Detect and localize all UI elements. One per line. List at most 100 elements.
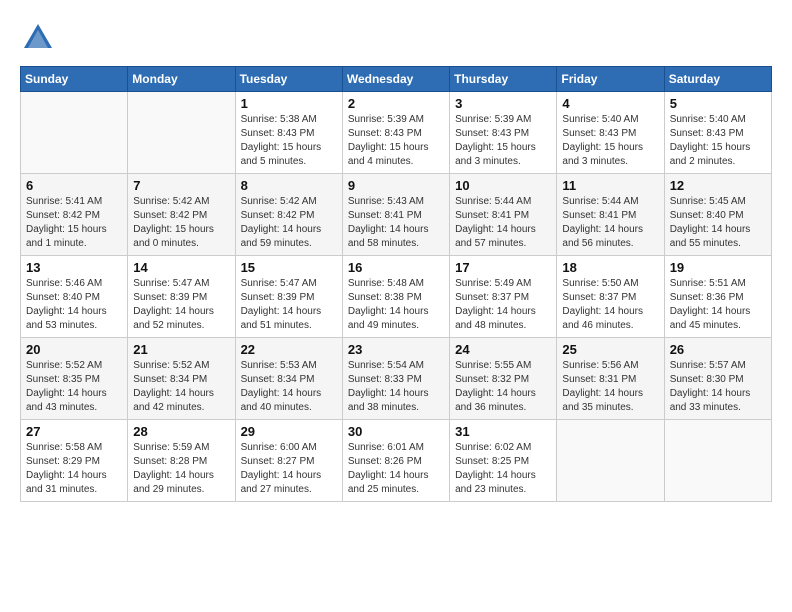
day-number: 23 (348, 342, 444, 357)
logo (20, 20, 62, 56)
calendar-body: 1Sunrise: 5:38 AMSunset: 8:43 PMDaylight… (21, 92, 772, 502)
calendar-header: SundayMondayTuesdayWednesdayThursdayFrid… (21, 67, 772, 92)
day-number: 15 (241, 260, 337, 275)
calendar-cell: 29Sunrise: 6:00 AMSunset: 8:27 PMDayligh… (235, 420, 342, 502)
day-number: 10 (455, 178, 551, 193)
calendar-cell: 9 Sunrise: 5:43 AMSunset: 8:41 PMDaylight… (342, 174, 449, 256)
day-info: Sunrise: 6:01 AMSunset: 8:26 PMDaylight:… (348, 441, 444, 497)
calendar-cell: 21 Sunrise: 5:52 AMSunset: 8:34 PMDayligh… (128, 338, 235, 420)
day-number: 9 (348, 178, 444, 193)
day-number: 2 (348, 96, 444, 111)
calendar-cell: 27 Sunrise: 5:58 AMSunset: 8:29 PMDayligh… (21, 420, 128, 502)
day-info: Sunrise: 5:40 AMSunset: 8:43 PMDaylight:… (562, 113, 658, 169)
day-info: Sunrise: 5:49 AMSunset: 8:37 PMDaylight:… (455, 277, 551, 333)
weekday-header-row: SundayMondayTuesdayWednesdayThursdayFrid… (21, 67, 772, 92)
day-info: Sunrise: 5:41 AMSunset: 8:42 PMDaylight:… (26, 195, 122, 251)
page-header (20, 20, 772, 56)
day-info: Sunrise: 5:59 AMSunset: 8:28 PMDaylight:… (133, 441, 229, 497)
calendar-cell: 12 Sunrise: 5:45 AMSunset: 8:40 PMDayligh… (664, 174, 771, 256)
calendar-week-3: 20 Sunrise: 5:52 AMSunset: 8:35 PMDayligh… (21, 338, 772, 420)
weekday-tuesday: Tuesday (235, 67, 342, 92)
day-number: 24 (455, 342, 551, 357)
day-info: Sunrise: 5:44 AMSunset: 8:41 PMDaylight:… (562, 195, 658, 251)
day-info: Sunrise: 5:39 AMSunset: 8:43 PMDaylight:… (348, 113, 444, 169)
day-number: 5 (670, 96, 766, 111)
day-number: 11 (562, 178, 658, 193)
day-info: Sunrise: 5:56 AMSunset: 8:31 PMDaylight:… (562, 359, 658, 415)
day-number: 29 (241, 424, 337, 439)
calendar-cell: 22 Sunrise: 5:53 AMSunset: 8:34 PMDayligh… (235, 338, 342, 420)
calendar-cell: 17 Sunrise: 5:49 AMSunset: 8:37 PMDayligh… (450, 256, 557, 338)
calendar-cell: 15Sunrise: 5:47 AMSunset: 8:39 PMDayligh… (235, 256, 342, 338)
calendar-cell: 28 Sunrise: 5:59 AMSunset: 8:28 PMDayligh… (128, 420, 235, 502)
day-number: 12 (670, 178, 766, 193)
calendar-cell: 5 Sunrise: 5:40 AMSunset: 8:43 PMDaylight… (664, 92, 771, 174)
day-number: 14 (133, 260, 229, 275)
day-info: Sunrise: 5:58 AMSunset: 8:29 PMDaylight:… (26, 441, 122, 497)
day-number: 20 (26, 342, 122, 357)
calendar-cell: 10 Sunrise: 5:44 AMSunset: 8:41 PMDayligh… (450, 174, 557, 256)
day-info: Sunrise: 5:43 AMSunset: 8:41 PMDaylight:… (348, 195, 444, 251)
calendar-cell: 18Sunrise: 5:50 AMSunset: 8:37 PMDayligh… (557, 256, 664, 338)
day-info: Sunrise: 5:57 AMSunset: 8:30 PMDaylight:… (670, 359, 766, 415)
day-info: Sunrise: 5:48 AMSunset: 8:38 PMDaylight:… (348, 277, 444, 333)
calendar-cell: 19 Sunrise: 5:51 AMSunset: 8:36 PMDayligh… (664, 256, 771, 338)
day-number: 18 (562, 260, 658, 275)
day-number: 27 (26, 424, 122, 439)
weekday-thursday: Thursday (450, 67, 557, 92)
calendar-cell: 7Sunrise: 5:42 AMSunset: 8:42 PMDaylight… (128, 174, 235, 256)
calendar-cell: 14 Sunrise: 5:47 AMSunset: 8:39 PMDayligh… (128, 256, 235, 338)
day-number: 26 (670, 342, 766, 357)
weekday-sunday: Sunday (21, 67, 128, 92)
day-info: Sunrise: 5:52 AMSunset: 8:34 PMDaylight:… (133, 359, 229, 415)
calendar-week-4: 27 Sunrise: 5:58 AMSunset: 8:29 PMDayligh… (21, 420, 772, 502)
calendar-cell: 2 Sunrise: 5:39 AMSunset: 8:43 PMDaylight… (342, 92, 449, 174)
day-info: Sunrise: 5:44 AMSunset: 8:41 PMDaylight:… (455, 195, 551, 251)
day-number: 25 (562, 342, 658, 357)
calendar-cell: 26 Sunrise: 5:57 AMSunset: 8:30 PMDayligh… (664, 338, 771, 420)
day-info: Sunrise: 5:52 AMSunset: 8:35 PMDaylight:… (26, 359, 122, 415)
day-number: 7 (133, 178, 229, 193)
day-info: Sunrise: 5:40 AMSunset: 8:43 PMDaylight:… (670, 113, 766, 169)
weekday-wednesday: Wednesday (342, 67, 449, 92)
day-info: Sunrise: 5:45 AMSunset: 8:40 PMDaylight:… (670, 195, 766, 251)
day-number: 3 (455, 96, 551, 111)
calendar-cell: 23 Sunrise: 5:54 AMSunset: 8:33 PMDayligh… (342, 338, 449, 420)
calendar-cell (664, 420, 771, 502)
day-number: 8 (241, 178, 337, 193)
day-number: 16 (348, 260, 444, 275)
day-number: 17 (455, 260, 551, 275)
calendar-cell: 13 Sunrise: 5:46 AMSunset: 8:40 PMDayligh… (21, 256, 128, 338)
day-info: Sunrise: 5:47 AMSunset: 8:39 PMDaylight:… (133, 277, 229, 333)
calendar-cell: 1Sunrise: 5:38 AMSunset: 8:43 PMDaylight… (235, 92, 342, 174)
calendar-cell: 11 Sunrise: 5:44 AMSunset: 8:41 PMDayligh… (557, 174, 664, 256)
calendar-cell: 16 Sunrise: 5:48 AMSunset: 8:38 PMDayligh… (342, 256, 449, 338)
day-number: 6 (26, 178, 122, 193)
logo-icon (20, 20, 56, 56)
day-info: Sunrise: 5:55 AMSunset: 8:32 PMDaylight:… (455, 359, 551, 415)
day-number: 31 (455, 424, 551, 439)
calendar-cell (128, 92, 235, 174)
calendar-cell: 4 Sunrise: 5:40 AMSunset: 8:43 PMDaylight… (557, 92, 664, 174)
calendar-cell: 31Sunrise: 6:02 AMSunset: 8:25 PMDayligh… (450, 420, 557, 502)
day-number: 19 (670, 260, 766, 275)
day-number: 13 (26, 260, 122, 275)
calendar-cell: 8Sunrise: 5:42 AMSunset: 8:42 PMDaylight… (235, 174, 342, 256)
calendar-cell: 25 Sunrise: 5:56 AMSunset: 8:31 PMDayligh… (557, 338, 664, 420)
day-number: 21 (133, 342, 229, 357)
calendar-week-2: 13 Sunrise: 5:46 AMSunset: 8:40 PMDayligh… (21, 256, 772, 338)
day-number: 22 (241, 342, 337, 357)
day-info: Sunrise: 5:39 AMSunset: 8:43 PMDaylight:… (455, 113, 551, 169)
day-number: 4 (562, 96, 658, 111)
weekday-friday: Friday (557, 67, 664, 92)
day-number: 28 (133, 424, 229, 439)
weekday-monday: Monday (128, 67, 235, 92)
day-info: Sunrise: 5:46 AMSunset: 8:40 PMDaylight:… (26, 277, 122, 333)
weekday-saturday: Saturday (664, 67, 771, 92)
calendar-week-0: 1Sunrise: 5:38 AMSunset: 8:43 PMDaylight… (21, 92, 772, 174)
day-info: Sunrise: 5:51 AMSunset: 8:36 PMDaylight:… (670, 277, 766, 333)
calendar-week-1: 6 Sunrise: 5:41 AMSunset: 8:42 PMDaylight… (21, 174, 772, 256)
calendar-cell (21, 92, 128, 174)
day-info: Sunrise: 5:53 AMSunset: 8:34 PMDaylight:… (241, 359, 337, 415)
day-info: Sunrise: 5:54 AMSunset: 8:33 PMDaylight:… (348, 359, 444, 415)
